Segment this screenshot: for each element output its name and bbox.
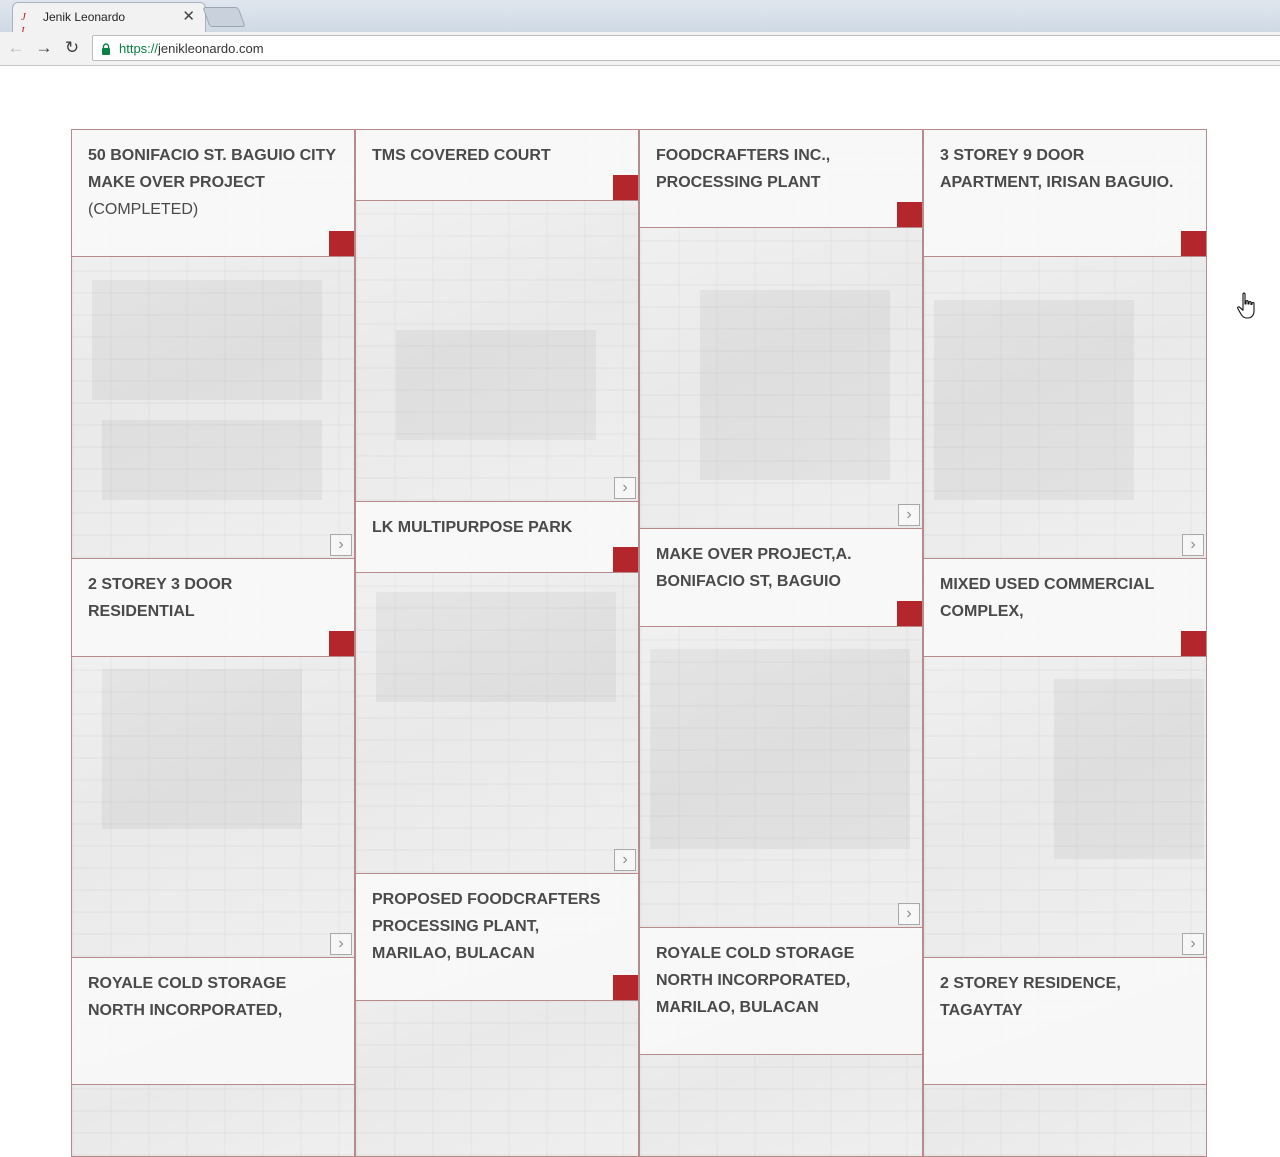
url-text: https://jenikleonardo.com bbox=[119, 41, 264, 56]
tab-title: Jenik Leonardo bbox=[43, 10, 126, 24]
project-card[interactable]: 2 Storey Residence, Tagaytay bbox=[923, 957, 1207, 1157]
project-title-box: Foodcrafters Inc., Processing Plant bbox=[640, 130, 922, 228]
project-title: TMS Covered Court bbox=[372, 147, 551, 164]
project-column-2: TMS Covered Court › LK Multipurpose Park… bbox=[355, 129, 639, 1157]
project-title: Royale Cold Storage North Incorporated, … bbox=[656, 945, 855, 1016]
accent-square bbox=[897, 202, 922, 227]
reload-icon[interactable]: ↻ bbox=[62, 37, 82, 59]
project-card[interactable]: Foodcrafters Inc., Processing Plant › bbox=[639, 129, 923, 529]
url-host: jenikleonardo.com bbox=[158, 41, 264, 56]
close-icon[interactable]: ✕ bbox=[182, 8, 195, 26]
chevron-right-icon[interactable]: › bbox=[614, 477, 636, 499]
project-card[interactable]: 3 Storey 9 Door Apartment, Irisan Baguio… bbox=[923, 129, 1207, 559]
chevron-right-icon[interactable]: › bbox=[1182, 534, 1204, 556]
project-column-4: 3 Storey 9 Door Apartment, Irisan Baguio… bbox=[923, 129, 1207, 1157]
project-card[interactable]: 50 Bonifacio St. Baguio City Make Over P… bbox=[71, 129, 355, 559]
project-title: 3 Storey 9 Door Apartment, Irisan Baguio… bbox=[940, 147, 1174, 191]
project-title-box: 2 Storey 3 Door Residential bbox=[72, 559, 354, 657]
favicon-icon: J L bbox=[21, 11, 29, 37]
project-title-box: 2 Storey Residence, Tagaytay bbox=[924, 958, 1206, 1085]
project-title: Make Over Project,A. Bonifacio St, Bagui… bbox=[656, 546, 852, 590]
project-card[interactable]: LK Multipurpose Park › bbox=[355, 501, 639, 874]
project-card[interactable]: Mixed Used Commercial Complex, › bbox=[923, 558, 1207, 958]
project-title: LK Multipurpose Park bbox=[372, 519, 573, 536]
chevron-right-icon[interactable]: › bbox=[898, 903, 920, 925]
browser-tab[interactable]: J L Jenik Leonardo ✕ bbox=[12, 2, 206, 37]
project-title-box: LK Multipurpose Park bbox=[356, 502, 638, 573]
project-card[interactable]: Make Over Project,A. Bonifacio St, Bagui… bbox=[639, 528, 923, 928]
project-title: 2 Storey 3 Door Residential bbox=[88, 576, 233, 620]
project-title: 50 Bonifacio St. Baguio City Make Over P… bbox=[88, 147, 336, 191]
hand-cursor-icon bbox=[1237, 292, 1255, 319]
project-card[interactable]: TMS Covered Court › bbox=[355, 129, 639, 502]
url-scheme: https:// bbox=[119, 41, 159, 56]
project-title-box: Royale Cold Storage North Incorporated, … bbox=[640, 928, 922, 1055]
accent-square bbox=[1181, 631, 1206, 656]
accent-square bbox=[613, 975, 638, 1000]
tab-strip: J L Jenik Leonardo ✕ bbox=[0, 0, 1280, 37]
project-title-box: Proposed Foodcrafters Processing Plant, … bbox=[356, 874, 638, 1001]
forward-icon[interactable]: → bbox=[34, 37, 54, 59]
project-title-box: Make Over Project,A. Bonifacio St, Bagui… bbox=[640, 529, 922, 627]
project-card[interactable]: Royale Cold Storage North Incorporated, bbox=[71, 957, 355, 1157]
project-status: (Completed) bbox=[88, 201, 199, 218]
project-title-box: Mixed Used Commercial Complex, bbox=[924, 559, 1206, 657]
project-title-box: TMS Covered Court bbox=[356, 130, 638, 201]
chevron-right-icon[interactable]: › bbox=[898, 504, 920, 526]
project-card[interactable]: Royale Cold Storage North Incorporated, … bbox=[639, 927, 923, 1157]
project-title: Foodcrafters Inc., Processing Plant bbox=[656, 147, 831, 191]
address-bar[interactable]: https://jenikleonardo.com bbox=[92, 35, 1280, 61]
project-title-box: Royale Cold Storage North Incorporated, bbox=[72, 958, 354, 1085]
browser-toolbar: ← → ↻ https://jenikleonardo.com bbox=[0, 32, 1280, 66]
chevron-right-icon[interactable]: › bbox=[614, 849, 636, 871]
new-tab-button[interactable] bbox=[202, 7, 246, 27]
project-title: Proposed Foodcrafters Processing Plant, … bbox=[372, 891, 601, 962]
chevron-right-icon[interactable]: › bbox=[1182, 933, 1204, 955]
chevron-right-icon[interactable]: › bbox=[330, 534, 352, 556]
project-title-box: 3 Storey 9 Door Apartment, Irisan Baguio… bbox=[924, 130, 1206, 257]
accent-square bbox=[897, 601, 922, 626]
project-title: 2 Storey Residence, Tagaytay bbox=[940, 975, 1121, 1019]
project-card[interactable]: Proposed Foodcrafters Processing Plant, … bbox=[355, 873, 639, 1157]
project-grid: 50 Bonifacio St. Baguio City Make Over P… bbox=[71, 129, 1208, 1157]
accent-square bbox=[329, 231, 354, 256]
accent-square bbox=[1181, 231, 1206, 256]
back-icon[interactable]: ← bbox=[6, 37, 26, 59]
accent-square bbox=[613, 175, 638, 200]
project-title: Royale Cold Storage North Incorporated, bbox=[88, 975, 287, 1019]
lock-icon bbox=[102, 43, 110, 55]
accent-square bbox=[329, 631, 354, 656]
project-card[interactable]: 2 Storey 3 Door Residential › bbox=[71, 558, 355, 958]
chevron-right-icon[interactable]: › bbox=[330, 933, 352, 955]
project-title-box: 50 Bonifacio St. Baguio City Make Over P… bbox=[72, 130, 354, 257]
project-column-3: Foodcrafters Inc., Processing Plant › Ma… bbox=[639, 129, 923, 1157]
accent-square bbox=[613, 547, 638, 572]
project-title: Mixed Used Commercial Complex, bbox=[940, 576, 1154, 620]
project-column-1: 50 Bonifacio St. Baguio City Make Over P… bbox=[71, 129, 355, 1157]
